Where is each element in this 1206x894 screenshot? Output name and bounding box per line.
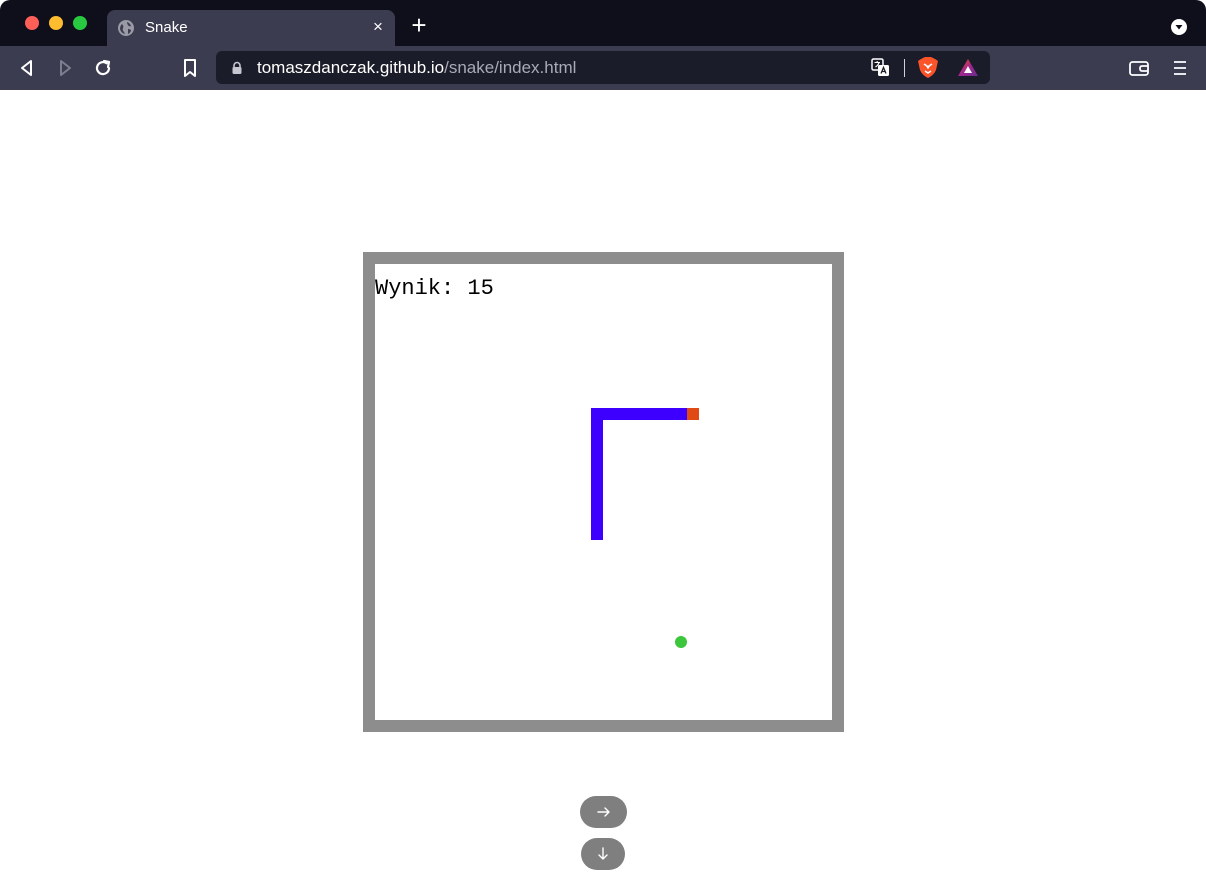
snake-segment: [591, 480, 603, 492]
bookmark-icon: [184, 59, 196, 77]
snake-segment: [591, 492, 603, 504]
snake-segment: [591, 420, 603, 432]
snake-segment: [639, 408, 651, 420]
bookmark-button[interactable]: [179, 57, 201, 79]
minimize-window-button[interactable]: [49, 16, 63, 30]
brave-rewards-icon[interactable]: [957, 57, 979, 79]
reload-button[interactable]: [92, 57, 114, 79]
main-menu-button[interactable]: [1169, 57, 1191, 79]
close-window-button[interactable]: [25, 16, 39, 30]
snake-segment: [591, 432, 603, 444]
snake-segment: [651, 408, 663, 420]
snake-segment: [591, 468, 603, 480]
tab-title: Snake: [145, 19, 188, 36]
forward-arrow-icon: [60, 60, 71, 76]
browser-tab[interactable]: Snake ×: [107, 10, 395, 46]
snake-segment: [591, 528, 603, 540]
new-tab-button[interactable]: +: [407, 12, 431, 38]
reload-icon: [95, 59, 111, 76]
tab-close-button[interactable]: ×: [369, 18, 387, 36]
globe-icon: [118, 20, 134, 36]
lock-icon: [232, 61, 242, 74]
zoom-window-button[interactable]: [73, 16, 87, 30]
down-arrow-button[interactable]: [581, 838, 625, 870]
tab-list-menu-button[interactable]: [1171, 19, 1187, 35]
right-arrow-button[interactable]: [580, 796, 627, 828]
url-path: /snake/index.html: [444, 58, 577, 77]
snake-head: [687, 408, 699, 420]
hamburger-menu-icon: [1174, 61, 1186, 75]
snake-segment: [591, 408, 603, 420]
translate-icon[interactable]: [871, 58, 890, 77]
address-bar-separator: [904, 59, 905, 77]
browser-tab-bar: Snake × +: [0, 0, 1206, 46]
snake-segment: [615, 408, 627, 420]
back-button[interactable]: [16, 57, 38, 79]
snake-segment: [603, 408, 615, 420]
wallet-button[interactable]: [1128, 57, 1150, 79]
brave-shields-icon[interactable]: [917, 56, 939, 79]
snake-segment: [591, 456, 603, 468]
url-text: tomaszdanczak.github.io/snake/index.html: [257, 58, 576, 78]
snake-segment: [591, 504, 603, 516]
arrow-down-icon: [598, 847, 608, 860]
game-board: Wynik: 15: [363, 252, 844, 732]
food-item: [675, 636, 687, 648]
address-bar[interactable]: tomaszdanczak.github.io/snake/index.html: [216, 51, 990, 84]
snake-segment: [591, 444, 603, 456]
score-label: Wynik: 15: [375, 276, 494, 301]
url-host: tomaszdanczak.github.io: [257, 58, 445, 77]
snake-segment: [591, 516, 603, 528]
forward-button[interactable]: [54, 57, 76, 79]
back-arrow-icon: [21, 60, 32, 76]
snake-segment: [663, 408, 675, 420]
browser-toolbar: tomaszdanczak.github.io/snake/index.html: [0, 46, 1206, 90]
wallet-icon: [1129, 61, 1149, 76]
arrow-right-icon: [596, 807, 610, 817]
snake-segment: [627, 408, 639, 420]
snake-segment: [675, 408, 687, 420]
